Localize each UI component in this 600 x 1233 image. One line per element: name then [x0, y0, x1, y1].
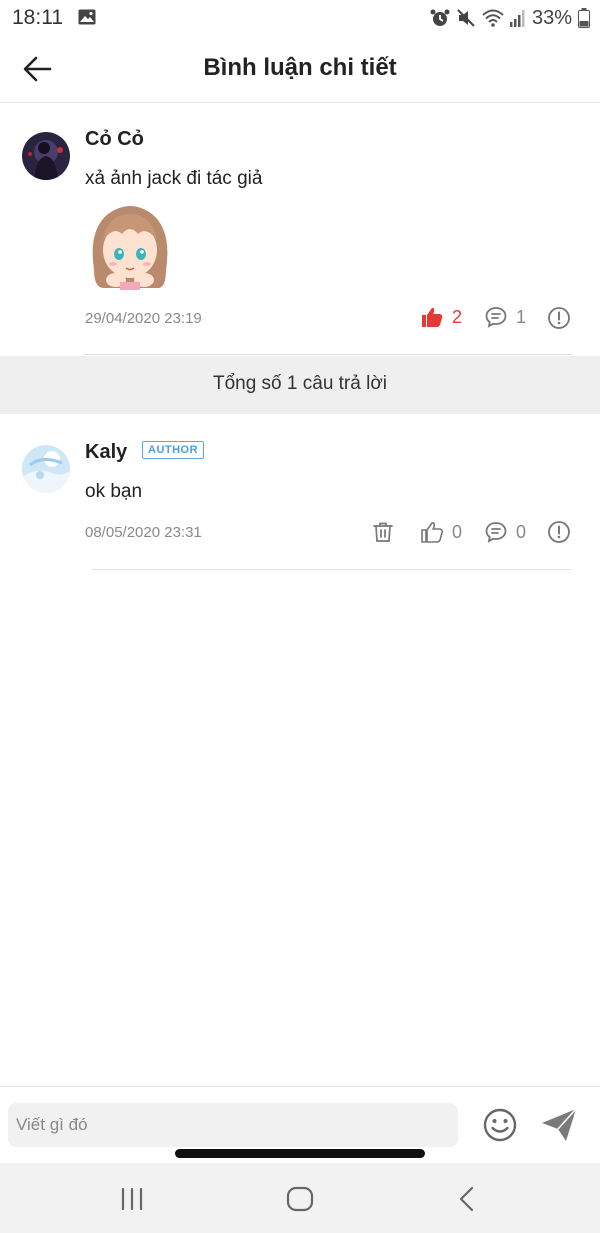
comment-username[interactable]: Cỏ Cỏ	[85, 128, 144, 151]
home-icon	[286, 1186, 314, 1212]
reply-text: ok bạn	[85, 481, 143, 502]
author-badge: AUTHOR	[142, 441, 205, 459]
thumbs-up-icon	[421, 522, 444, 543]
emoji-button[interactable]	[482, 1107, 518, 1143]
reply-avatar[interactable]	[22, 445, 70, 493]
comment-icon	[485, 522, 507, 543]
comment-input[interactable]	[8, 1103, 458, 1147]
sticker-image	[92, 206, 168, 290]
status-icons: 33%	[430, 5, 590, 31]
divider	[85, 354, 571, 355]
send-icon	[542, 1108, 577, 1141]
reply-timestamp: 08/05/2020 23:31	[85, 524, 202, 541]
reply-username[interactable]: Kaly	[85, 441, 127, 464]
replies-summary: Tổng số 1 câu trả lời	[0, 356, 600, 414]
comment-timestamp: 29/04/2020 23:19	[85, 310, 202, 327]
mute-icon	[457, 9, 475, 27]
alert-circle-icon	[548, 307, 570, 329]
reply-report-button[interactable]	[547, 520, 571, 544]
smile-icon	[483, 1108, 517, 1142]
alarm-icon	[430, 9, 450, 26]
like-count: 2	[452, 306, 463, 327]
comment-icon	[485, 307, 507, 328]
chevron-left-icon	[459, 1186, 474, 1212]
header-bar: Bình luận chi tiết	[0, 36, 600, 103]
image-icon	[78, 9, 96, 25]
delete-button[interactable]	[371, 520, 395, 544]
comment-text: xả ảnh jack đi tác giả	[85, 168, 263, 189]
recent-apps-icon	[121, 1187, 143, 1211]
alert-circle-icon	[548, 521, 570, 543]
reply-reply-count: 0	[516, 521, 527, 542]
battery-icon	[578, 8, 590, 28]
divider	[92, 569, 571, 570]
battery-percent: 33%	[531, 6, 572, 29]
trash-icon	[373, 522, 393, 542]
status-bar: 18:11 33%	[0, 0, 600, 36]
like-button[interactable]: 2	[420, 305, 462, 329]
home-indicator[interactable]	[175, 1149, 425, 1158]
send-button[interactable]	[540, 1107, 578, 1143]
thumbs-up-filled-icon	[422, 307, 443, 327]
page-title: Bình luận chi tiết	[203, 54, 397, 81]
reply-reply-button[interactable]: 0	[484, 520, 526, 544]
wifi-icon	[482, 9, 504, 27]
reply-like-count: 0	[452, 521, 463, 542]
reply-button[interactable]: 1	[484, 305, 526, 329]
signal-icon	[509, 10, 525, 27]
reply-count: 1	[516, 306, 527, 327]
report-button[interactable]	[547, 306, 571, 330]
avatar[interactable]	[22, 132, 70, 180]
recent-apps-button[interactable]	[112, 1181, 152, 1217]
system-nav-bar	[0, 1163, 600, 1233]
status-time: 18:11	[12, 6, 63, 29]
home-button[interactable]	[280, 1181, 320, 1217]
replies-summary-text: Tổng số 1 câu trả lời	[212, 373, 388, 394]
reply-like-button[interactable]: 0	[420, 520, 462, 544]
back-nav-button[interactable]	[448, 1181, 488, 1217]
